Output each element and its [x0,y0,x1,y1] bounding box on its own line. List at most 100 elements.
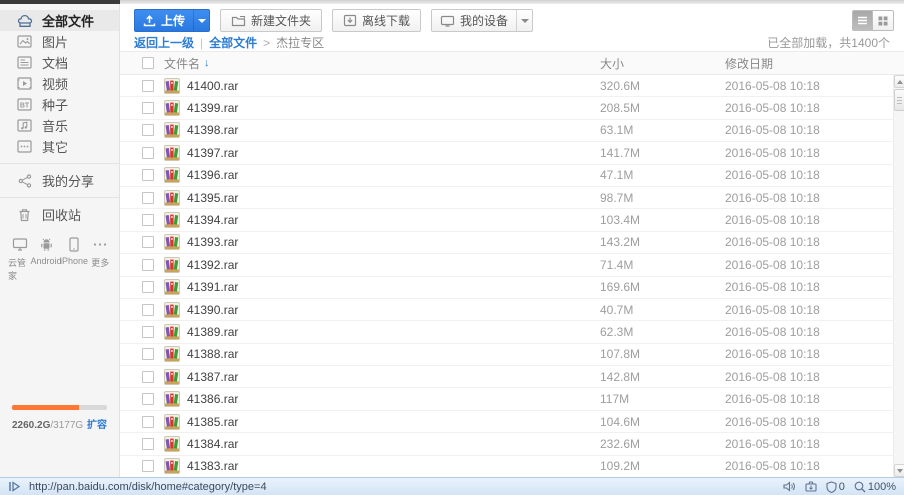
table-row[interactable]: 41397.rar 141.7M 2016-05-08 10:18 [120,142,893,164]
column-header-size[interactable]: 大小 [600,55,725,72]
file-name[interactable]: 41395.rar [187,191,600,205]
row-checkbox[interactable] [142,416,154,428]
table-row[interactable]: 41383.rar 109.2M 2016-05-08 10:18 [120,456,893,477]
file-name[interactable]: 41394.rar [187,213,600,227]
row-checkbox[interactable] [142,147,154,159]
table-row[interactable]: 41384.rar 232.6M 2016-05-08 10:18 [120,433,893,455]
scroll-up-button[interactable] [894,75,904,88]
table-row[interactable]: 41393.rar 143.2M 2016-05-08 10:18 [120,232,893,254]
table-row[interactable]: 41390.rar 40.7M 2016-05-08 10:18 [120,299,893,321]
table-row[interactable]: 41395.rar 98.7M 2016-05-08 10:18 [120,187,893,209]
file-name[interactable]: 41391.rar [187,280,600,294]
file-name[interactable]: 41388.rar [187,347,600,361]
table-row[interactable]: 41391.rar 169.6M 2016-05-08 10:18 [120,277,893,299]
sidebar-item-music[interactable]: 音乐 [0,115,119,136]
my-devices-dropdown-button[interactable] [516,10,532,31]
table-row[interactable]: 41386.rar 117M 2016-05-08 10:18 [120,388,893,410]
file-name[interactable]: 41392.rar [187,258,600,272]
file-name[interactable]: 41390.rar [187,303,600,317]
speed-mode-icon[interactable] [8,481,21,492]
grid-view-button[interactable] [873,11,893,30]
file-name[interactable]: 41400.rar [187,79,600,93]
file-name[interactable]: 41397.rar [187,146,600,160]
row-checkbox[interactable] [142,438,154,450]
offline-download-button[interactable]: 离线下载 [332,9,421,32]
rar-file-icon [164,324,180,340]
device-label: iPhone [60,256,88,266]
table-row[interactable]: 41399.rar 208.5M 2016-05-08 10:18 [120,97,893,119]
sidebar-item-my-shares[interactable]: 我的分享 [0,170,119,191]
file-name[interactable]: 41383.rar [187,459,600,473]
row-checkbox[interactable] [142,304,154,316]
table-row[interactable]: 41400.rar 320.6M 2016-05-08 10:18 [120,75,893,97]
table-row[interactable]: 41394.rar 103.4M 2016-05-08 10:18 [120,209,893,231]
row-checkbox[interactable] [142,371,154,383]
file-name[interactable]: 41393.rar [187,235,600,249]
row-checkbox[interactable] [142,326,154,338]
zoom-level: 100% [868,481,896,493]
table-row[interactable]: 41385.rar 104.6M 2016-05-08 10:18 [120,411,893,433]
cloud-drive-icon [16,12,33,29]
file-name[interactable]: 41386.rar [187,392,600,406]
table-row[interactable]: 41396.rar 47.1M 2016-05-08 10:18 [120,165,893,187]
more-devices-button[interactable]: 更多 [89,235,113,282]
file-name[interactable]: 41399.rar [187,101,600,115]
sound-button[interactable] [783,481,796,492]
column-header-name[interactable]: 文件名 [164,55,200,72]
my-devices-button[interactable]: 我的设备 [432,10,516,31]
sidebar-item-other[interactable]: 其它 [0,136,119,157]
row-checkbox[interactable] [142,80,154,92]
row-checkbox[interactable] [142,169,154,181]
file-name[interactable]: 41398.rar [187,123,600,137]
column-header-date[interactable]: 修改日期 [725,55,893,72]
row-checkbox[interactable] [142,281,154,293]
file-date: 2016-05-08 10:18 [725,235,893,249]
sidebar-item-all-files[interactable]: 全部文件 [0,10,119,31]
row-checkbox[interactable] [142,460,154,472]
upload-button[interactable]: 上传 [135,10,193,31]
row-checkbox[interactable] [142,102,154,114]
row-checkbox[interactable] [142,192,154,204]
row-checkbox[interactable] [142,348,154,360]
select-all-checkbox[interactable] [142,57,154,69]
page-zoom-button[interactable]: 100% [854,481,896,493]
table-row[interactable]: 41389.rar 62.3M 2016-05-08 10:18 [120,321,893,343]
sidebar-item-recycle-bin[interactable]: 回收站 [0,204,119,225]
table-row[interactable]: 41387.rar 142.8M 2016-05-08 10:18 [120,366,893,388]
row-checkbox[interactable] [142,393,154,405]
sidebar-item-bt-seeds[interactable]: BT 种子 [0,94,119,115]
scroll-down-button[interactable] [894,464,904,477]
table-row[interactable]: 41398.rar 63.1M 2016-05-08 10:18 [120,120,893,142]
upload-dropdown-button[interactable] [193,10,209,31]
sidebar-item-label: 回收站 [42,205,81,224]
file-date: 2016-05-08 10:18 [725,392,893,406]
sidebar-item-videos[interactable]: 视频 [0,73,119,94]
file-name[interactable]: 41396.rar [187,168,600,182]
file-name[interactable]: 41387.rar [187,370,600,384]
sidebar-item-images[interactable]: 图片 [0,31,119,52]
file-name[interactable]: 41384.rar [187,437,600,451]
table-row[interactable]: 41392.rar 71.4M 2016-05-08 10:18 [120,254,893,276]
security-shield-button[interactable]: 0 [826,481,845,493]
sidebar-item-documents[interactable]: 文档 [0,52,119,73]
row-checkbox[interactable] [142,236,154,248]
android-button[interactable]: Android [33,235,60,282]
list-view-button[interactable] [853,11,873,30]
iphone-button[interactable]: iPhone [61,235,88,282]
download-manager-button[interactable] [805,481,817,492]
new-folder-button[interactable]: 新建文件夹 [220,9,322,32]
row-checkbox[interactable] [142,214,154,226]
file-name[interactable]: 41389.rar [187,325,600,339]
cloud-manager-button[interactable]: 云管家 [8,235,32,282]
security-count: 0 [839,481,845,493]
sort-descending-icon[interactable]: ↓ [204,57,210,69]
breadcrumb-back-link[interactable]: 返回上一级 [134,34,194,51]
scrollbar-thumb[interactable] [894,89,904,111]
vertical-scrollbar[interactable] [893,75,904,477]
file-name[interactable]: 41385.rar [187,415,600,429]
row-checkbox[interactable] [142,124,154,136]
expand-storage-link[interactable]: 扩容 [87,416,107,431]
table-row[interactable]: 41388.rar 107.8M 2016-05-08 10:18 [120,344,893,366]
breadcrumb-root-link[interactable]: 全部文件 [209,34,257,51]
row-checkbox[interactable] [142,259,154,271]
